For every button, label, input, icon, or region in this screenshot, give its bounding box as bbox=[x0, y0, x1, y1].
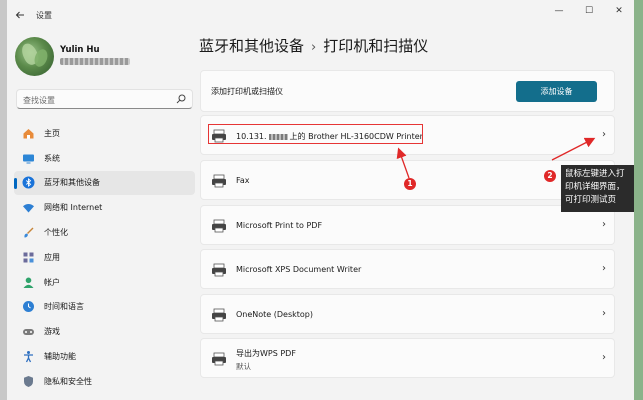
sidebar-item-label: 蓝牙和其他设备 bbox=[44, 178, 100, 188]
add-printer-card: 添加打印机或扫描仪 添加设备 bbox=[200, 70, 615, 112]
sidebar-item-gaming[interactable]: 游戏 bbox=[14, 319, 195, 344]
sidebar-item-label: 个性化 bbox=[44, 228, 68, 238]
brush-icon bbox=[21, 226, 35, 240]
sidebar: Yulin Hu 查找设置 主页 系统 蓝牙和其他设备 网络和 Internet… bbox=[7, 30, 197, 400]
device-default-label: 默认 bbox=[236, 362, 251, 371]
page-title: 打印机和扫描仪 bbox=[323, 37, 429, 55]
printer-icon bbox=[212, 308, 226, 322]
sidebar-item-label: 辅助功能 bbox=[44, 352, 76, 362]
app-title: 设置 bbox=[36, 11, 52, 20]
avatar[interactable] bbox=[15, 37, 54, 76]
tooltip-line: 印机详细界面， bbox=[565, 182, 625, 192]
account-icon bbox=[21, 275, 35, 289]
device-row-onenote[interactable]: OneNote (Desktop) › bbox=[200, 294, 615, 334]
window-controls: — ☐ ✕ bbox=[544, 0, 634, 22]
tooltip-line: 可打印测试页 bbox=[565, 195, 617, 205]
chevron-right-icon: › bbox=[602, 219, 606, 230]
sidebar-item-accessibility[interactable]: 辅助功能 bbox=[14, 344, 195, 369]
back-arrow-icon bbox=[15, 11, 24, 19]
breadcrumb-separator: › bbox=[311, 40, 317, 55]
printer-icon bbox=[212, 263, 226, 277]
wifi-icon bbox=[21, 201, 35, 215]
device-name: Microsoft Print to PDF bbox=[236, 221, 323, 230]
device-name: Microsoft XPS Document Writer bbox=[236, 265, 362, 274]
breadcrumb-parent[interactable]: 蓝牙和其他设备 bbox=[199, 37, 304, 55]
tooltip-line: 鼠标左键进入打 bbox=[565, 169, 625, 179]
add-printer-label: 添加打印机或扫描仪 bbox=[211, 87, 283, 96]
close-button[interactable]: ✕ bbox=[604, 0, 634, 22]
device-row-wps-pdf[interactable]: 导出为WPS PDF 默认 › bbox=[200, 338, 615, 378]
sidebar-item-home[interactable]: 主页 bbox=[14, 121, 195, 146]
globe-clock-icon bbox=[21, 300, 35, 314]
annotation-badge-2: 2 bbox=[544, 170, 556, 182]
sidebar-item-label: 应用 bbox=[44, 252, 60, 262]
search-placeholder: 查找设置 bbox=[23, 96, 55, 105]
breadcrumb: 蓝牙和其他设备 › 打印机和扫描仪 bbox=[199, 35, 428, 56]
annotation-badge-1: 1 bbox=[404, 178, 416, 190]
sidebar-item-bluetooth[interactable]: 蓝牙和其他设备 bbox=[14, 170, 195, 196]
chevron-right-icon: › bbox=[602, 352, 606, 363]
chevron-right-icon: › bbox=[602, 129, 606, 140]
sidebar-item-system[interactable]: 系统 bbox=[14, 146, 195, 171]
sidebar-item-label: 隐私和安全性 bbox=[44, 376, 92, 386]
sidebar-item-accounts[interactable]: 帐户 bbox=[14, 270, 195, 295]
sidebar-item-time-language[interactable]: 时间和语言 bbox=[14, 295, 195, 320]
home-icon bbox=[21, 126, 35, 140]
redacted-ip bbox=[268, 133, 288, 140]
device-row-brother[interactable]: 10.131. 上的 Brother HL-3160CDW Printer › bbox=[200, 115, 615, 155]
sidebar-item-label: 游戏 bbox=[44, 327, 60, 337]
apps-icon bbox=[21, 250, 35, 264]
sidebar-item-label: 系统 bbox=[44, 153, 60, 163]
printer-icon bbox=[212, 352, 226, 366]
sidebar-item-network[interactable]: 网络和 Internet bbox=[14, 195, 195, 220]
sidebar-item-label: 主页 bbox=[44, 128, 60, 138]
add-device-button[interactable]: 添加设备 bbox=[516, 81, 597, 102]
fax-icon bbox=[212, 174, 226, 188]
active-indicator bbox=[14, 177, 17, 189]
sidebar-nav: 主页 系统 蓝牙和其他设备 网络和 Internet 个性化 应用 帐户 时间和… bbox=[14, 121, 195, 394]
maximize-button[interactable]: ☐ bbox=[574, 0, 604, 22]
back-button[interactable] bbox=[12, 7, 28, 23]
sidebar-item-label: 网络和 Internet bbox=[44, 203, 103, 213]
device-name: Fax bbox=[236, 176, 250, 185]
shield-icon bbox=[21, 374, 35, 388]
sidebar-item-privacy[interactable]: 隐私和安全性 bbox=[14, 369, 195, 394]
user-email-redacted bbox=[60, 58, 130, 65]
background-window-right bbox=[634, 0, 643, 400]
search-input[interactable]: 查找设置 bbox=[16, 89, 193, 109]
sidebar-item-personalization[interactable]: 个性化 bbox=[14, 220, 195, 245]
chevron-right-icon: › bbox=[602, 308, 606, 319]
title-bar: 设置 — ☐ ✕ bbox=[7, 0, 634, 30]
user-name: Yulin Hu bbox=[60, 45, 100, 55]
chevron-right-icon: › bbox=[602, 263, 606, 274]
search-icon bbox=[176, 94, 186, 104]
printer-icon bbox=[212, 219, 226, 233]
minimize-button[interactable]: — bbox=[544, 0, 574, 22]
background-window-left bbox=[0, 0, 7, 400]
device-name: 导出为WPS PDF bbox=[236, 349, 296, 358]
gamepad-icon bbox=[21, 325, 35, 339]
sidebar-item-label: 时间和语言 bbox=[44, 302, 84, 312]
annotation-tooltip: 鼠标左键进入打 印机详细界面， 可打印测试页 bbox=[561, 165, 634, 212]
printer-icon bbox=[212, 129, 226, 143]
sidebar-item-apps[interactable]: 应用 bbox=[14, 245, 195, 270]
device-row-xps-writer[interactable]: Microsoft XPS Document Writer › bbox=[200, 249, 615, 289]
accessibility-icon bbox=[21, 350, 35, 364]
bluetooth-icon bbox=[21, 176, 35, 190]
device-name: OneNote (Desktop) bbox=[236, 310, 314, 319]
system-icon bbox=[21, 151, 35, 165]
device-name: 10.131. 上的 Brother HL-3160CDW Printer bbox=[236, 132, 423, 141]
sidebar-item-label: 帐户 bbox=[44, 277, 60, 287]
device-row-print-to-pdf[interactable]: Microsoft Print to PDF › bbox=[200, 205, 615, 245]
